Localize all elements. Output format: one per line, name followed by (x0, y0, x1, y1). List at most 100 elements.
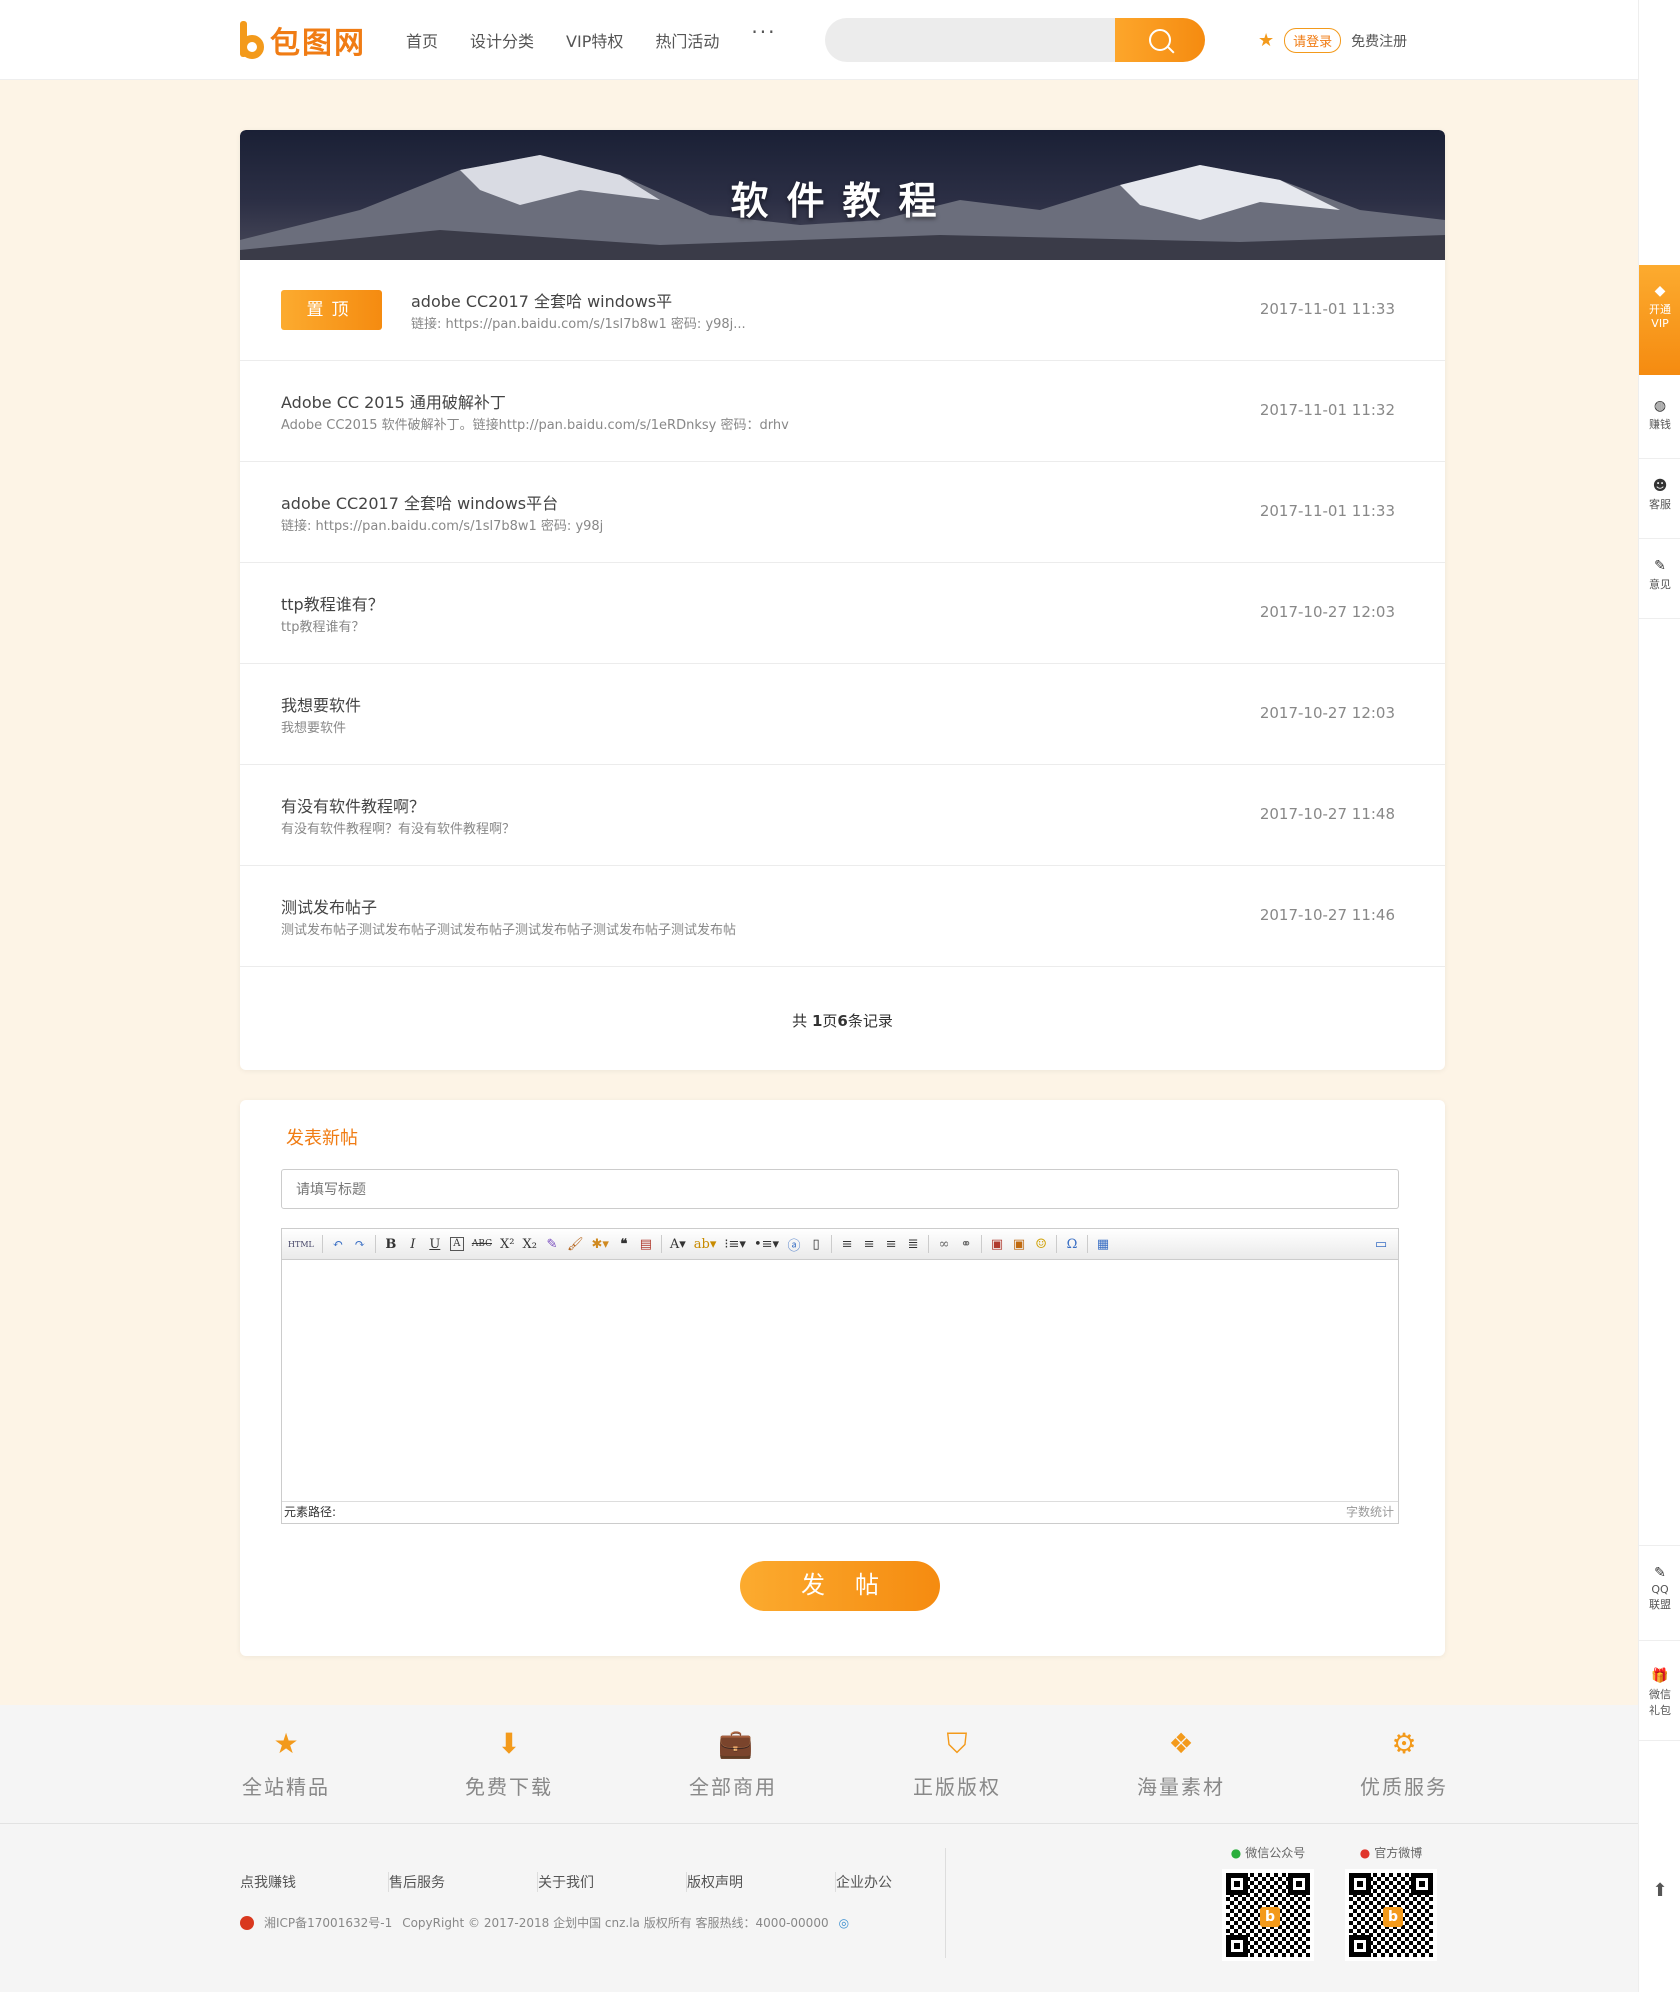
post-date: 2017-11-01 11:33 (1259, 502, 1395, 520)
feature-item: 💼 全部商用 (673, 1729, 793, 1800)
underline-icon[interactable]: U (428, 1237, 442, 1252)
post-desc: Adobe CC2015 软件破解补丁。链接http://pan.baidu.c… (281, 418, 789, 433)
star-icon: ★ (273, 1727, 299, 1760)
multi-image-icon[interactable]: ▣ (1012, 1237, 1026, 1252)
strikethrough-icon[interactable]: ABC (472, 1239, 492, 1249)
nav-design-category[interactable]: 设计分类 (470, 28, 534, 52)
unlink-icon[interactable]: ⚭ (959, 1237, 973, 1252)
footer-link-after-sales[interactable]: 售后服务 (389, 1872, 538, 1892)
post-row[interactable]: adobe CC2017 全套哈 windows平台 链接: https://p… (240, 462, 1445, 563)
undo-icon[interactable]: ↶ (331, 1237, 345, 1252)
post-row[interactable]: 测试发布帖子 测试发布帖子测试发布帖子测试发布帖子测试发布帖子测试发布帖子测试发… (240, 866, 1445, 967)
sidebar-service[interactable]: ☻ 客服 (1639, 478, 1680, 512)
icp-number[interactable]: 湘ICP备17001632号-1 (264, 1914, 392, 1931)
footer-link-copyright[interactable]: 版权声明 (687, 1872, 836, 1892)
align-justify-icon[interactable]: ≣ (906, 1237, 920, 1252)
footer-link-about[interactable]: 关于我们 (538, 1872, 687, 1892)
search-input[interactable] (825, 18, 1125, 62)
bold-icon[interactable]: B (384, 1237, 398, 1252)
post-desc: ttp教程谁有？ (281, 620, 365, 635)
login-button[interactable]: 请登录 (1284, 28, 1342, 53)
post-row[interactable]: ttp教程谁有？ ttp教程谁有？ 2017-10-27 12:03 (240, 563, 1445, 664)
link-icon[interactable]: ∞ (937, 1237, 951, 1252)
post-desc: 有没有软件教程啊？有没有软件教程啊？ (281, 822, 516, 837)
align-left-icon[interactable]: ≡ (840, 1237, 854, 1252)
gear-icon: ⚙ (1391, 1727, 1417, 1760)
pager-records: 6 (837, 1012, 848, 1030)
superscript-icon[interactable]: X² (500, 1237, 514, 1252)
quote-icon[interactable]: ❝ (617, 1237, 631, 1252)
clear-doc-icon[interactable]: ▯ (809, 1237, 823, 1252)
emoji-icon[interactable]: ☺ (1034, 1237, 1048, 1252)
footer-link-enterprise[interactable]: 企业办公 (836, 1872, 985, 1892)
grid-icon: ❖ (1168, 1727, 1194, 1760)
post-title[interactable]: adobe CC2017 全套哈 windows平台 (281, 490, 558, 514)
post-title[interactable]: adobe CC2017 全套哈 windows平 (411, 288, 672, 312)
site-footer: 点我赚钱 售后服务 关于我们 版权声明 企业办公 湘ICP备17001632号-… (0, 1823, 1638, 1992)
post-title[interactable]: 有没有软件教程啊？ (281, 793, 425, 817)
wechat-qr-block: ● 微信公众号 b (1222, 1844, 1314, 1961)
search-button[interactable] (1115, 18, 1205, 62)
top-header: 包图网 首页 设计分类 VIP特权 热门活动 ··· ★ 请登录 免费注册 (0, 0, 1638, 80)
post-title[interactable]: Adobe CC 2015 通用破解补丁 (281, 389, 506, 413)
post-title-input[interactable] (281, 1169, 1399, 1209)
sidebar-qq-label-1: QQ (1651, 1583, 1669, 1596)
back-to-top-icon[interactable]: ⬆ (1639, 1880, 1680, 1901)
paste-plain-icon[interactable]: ▤ (639, 1237, 653, 1252)
align-center-icon[interactable]: ≡ (862, 1237, 876, 1252)
sidebar-qq[interactable]: ✎ QQ 联盟 (1639, 1565, 1680, 1612)
sidebar-feedback[interactable]: ✎ 意见 (1639, 558, 1680, 592)
feature-label: 优质服务 (1360, 1775, 1448, 1799)
sidebar-service-label: 客服 (1649, 498, 1671, 511)
weibo-icon: ● (1359, 1845, 1371, 1860)
font-border-icon[interactable]: A (449, 1237, 464, 1251)
unordered-list-icon[interactable]: •≡▾ (754, 1237, 779, 1252)
submit-post-button[interactable]: 发帖 (740, 1561, 940, 1611)
post-title[interactable]: 我想要软件 (281, 692, 361, 716)
post-row[interactable]: 我想要软件 我想要软件 2017-10-27 12:03 (240, 664, 1445, 765)
background-color-icon[interactable]: ab▾ (694, 1237, 717, 1252)
footer-link-earn[interactable]: 点我赚钱 (240, 1872, 389, 1892)
post-title[interactable]: 测试发布帖子 (281, 894, 377, 918)
sidebar-vip[interactable]: ◆ 开通 VIP (1639, 265, 1680, 375)
post-row[interactable]: 有没有软件教程啊？ 有没有软件教程啊？有没有软件教程啊？ 2017-10-27 … (240, 765, 1445, 866)
align-right-icon[interactable]: ≡ (884, 1237, 898, 1252)
register-link[interactable]: 免费注册 (1351, 31, 1407, 51)
format-brush-icon[interactable]: 🖌 (567, 1237, 584, 1252)
subscript-icon[interactable]: X₂ (522, 1237, 536, 1252)
html-source-icon[interactable]: HTML (288, 1240, 314, 1249)
post-row[interactable]: 置顶 adobe CC2017 全套哈 windows平 链接: https:/… (240, 260, 1445, 361)
post-title[interactable]: ttp教程谁有？ (281, 591, 384, 615)
post-desc: 链接: https://pan.baidu.com/s/1sl7b8w1 密码:… (281, 519, 604, 534)
editor-content-area[interactable] (282, 1260, 1398, 1502)
nav-more-icon[interactable]: ··· (751, 20, 776, 52)
italic-icon[interactable]: I (406, 1237, 420, 1252)
favorite-star-icon[interactable]: ★ (1258, 30, 1274, 51)
gift-icon: 🎁 (1651, 1668, 1669, 1684)
feature-item: ⚙ 优质服务 (1344, 1729, 1464, 1800)
wechat-label-text: 微信公众号 (1245, 1846, 1306, 1860)
search-icon (1149, 29, 1171, 51)
nav-vip[interactable]: VIP特权 (566, 28, 623, 52)
nav-hot-events[interactable]: 热门活动 (655, 28, 719, 52)
sidebar-wechat-gift[interactable]: 🎁 微信 礼包 (1639, 1668, 1680, 1718)
sidebar-earn[interactable]: ◍ 赚钱 (1639, 398, 1680, 432)
table-icon[interactable]: ▦ (1096, 1237, 1110, 1252)
weibo-label-text: 官方微博 (1374, 1846, 1423, 1860)
eraser-icon[interactable]: ✎ (545, 1237, 559, 1252)
redo-icon[interactable]: ↷ (353, 1237, 367, 1252)
select-all-icon[interactable]: ⓐ (787, 1235, 801, 1254)
fullscreen-icon[interactable]: ▭ (1374, 1237, 1388, 1252)
special-char-icon[interactable]: Ω (1065, 1237, 1079, 1252)
sidebar-gift-label-1: 微信 (1649, 1688, 1671, 1701)
image-icon[interactable]: ▣ (990, 1237, 1004, 1252)
nav-home[interactable]: 首页 (406, 28, 438, 52)
post-row[interactable]: Adobe CC 2015 通用破解补丁 Adobe CC2015 软件破解补丁… (240, 361, 1445, 462)
ordered-list-icon[interactable]: ⁝≡▾ (724, 1237, 746, 1252)
site-logo[interactable]: 包图网 (238, 20, 366, 61)
autotype-icon[interactable]: ✱▾ (591, 1237, 608, 1252)
font-color-icon[interactable]: A▾ (670, 1237, 686, 1252)
weibo-qr-code: b (1345, 1869, 1437, 1961)
cnzz-icon[interactable]: ◎ (839, 1916, 849, 1930)
search-bar (825, 18, 1205, 62)
